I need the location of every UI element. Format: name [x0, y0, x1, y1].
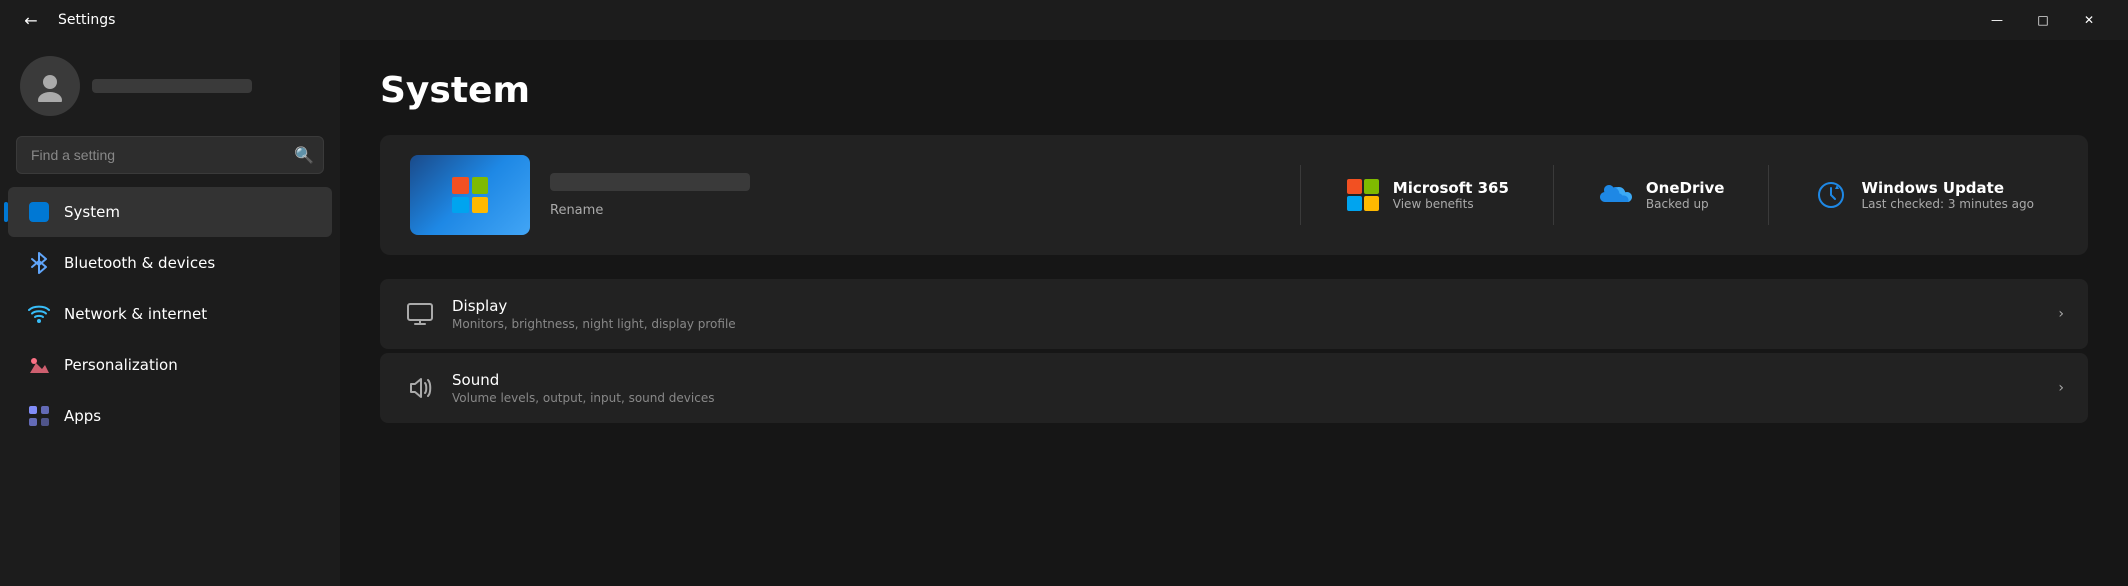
service-card-onedrive[interactable]: OneDrive Backed up — [1574, 177, 1749, 213]
win-logo-grid — [452, 177, 488, 213]
setting-row-sound[interactable]: Sound Volume levels, output, input, soun… — [380, 353, 2088, 423]
win-logo-yellow — [472, 197, 489, 214]
sidebar-item-label-apps: Apps — [64, 407, 101, 425]
windowsupdate-name: Windows Update — [1861, 179, 2034, 197]
sidebar-item-label-bluetooth: Bluetooth & devices — [64, 254, 215, 272]
content-area: System Rename — [340, 40, 2128, 586]
display-icon — [404, 298, 436, 330]
title-bar: ← Settings — □ ✕ — [0, 0, 2128, 40]
sidebar-item-label-personalization: Personalization — [64, 356, 178, 374]
maximize-button[interactable]: □ — [2020, 4, 2066, 36]
separator-1 — [1300, 165, 1301, 225]
setting-row-display[interactable]: Display Monitors, brightness, night ligh… — [380, 279, 2088, 349]
sidebar-item-personalization[interactable]: Personalization — [8, 340, 332, 390]
personalization-icon — [28, 354, 50, 376]
separator-2 — [1553, 165, 1554, 225]
system-icon — [28, 201, 50, 223]
service-card-windowsupdate[interactable]: Windows Update Last checked: 3 minutes a… — [1789, 177, 2058, 213]
onedrive-sub: Backed up — [1646, 197, 1725, 211]
win-logo-green — [472, 177, 489, 194]
sound-icon — [404, 372, 436, 404]
bluetooth-icon — [28, 252, 50, 274]
m365-name: Microsoft 365 — [1393, 179, 1509, 197]
sidebar-item-system[interactable]: System — [8, 187, 332, 237]
pc-icon — [410, 155, 530, 235]
nav-items: System Bluetooth & devices — [0, 186, 340, 586]
windows-logo — [430, 165, 510, 225]
info-cards: Rename Microsoft 365 View benefits — [380, 135, 2088, 255]
sound-text: Sound Volume levels, output, input, soun… — [452, 371, 2042, 405]
display-text: Display Monitors, brightness, night ligh… — [452, 297, 2042, 331]
sound-name: Sound — [452, 371, 2042, 389]
profile-section[interactable] — [0, 40, 340, 136]
page-title: System — [380, 70, 2088, 111]
windowsupdate-info: Windows Update Last checked: 3 minutes a… — [1861, 179, 2034, 211]
windowsupdate-icon — [1813, 177, 1849, 213]
sound-chevron: › — [2058, 380, 2064, 396]
profile-name — [92, 79, 252, 93]
m365-icon — [1345, 177, 1381, 213]
avatar — [20, 56, 80, 116]
win-logo-red — [452, 177, 469, 194]
search-input[interactable] — [16, 136, 324, 174]
window-controls: — □ ✕ — [1974, 4, 2112, 36]
pc-name — [550, 173, 750, 191]
title-bar-left: ← Settings — [16, 5, 115, 35]
sidebar-item-label-network: Network & internet — [64, 305, 207, 323]
display-name: Display — [452, 297, 2042, 315]
rename-button[interactable]: Rename — [550, 203, 603, 218]
pc-info: Rename — [550, 173, 1280, 218]
sidebar-item-label-system: System — [64, 203, 120, 221]
sidebar: 🔍 System Bluetooth & devices — [0, 40, 340, 586]
minimize-button[interactable]: — — [1974, 4, 2020, 36]
back-button[interactable]: ← — [16, 5, 46, 35]
win-logo-blue — [452, 197, 469, 214]
app-title: Settings — [58, 12, 115, 28]
windowsupdate-sub: Last checked: 3 minutes ago — [1861, 197, 2034, 211]
sidebar-item-bluetooth[interactable]: Bluetooth & devices — [8, 238, 332, 288]
onedrive-name: OneDrive — [1646, 179, 1725, 197]
separator-3 — [1768, 165, 1769, 225]
sound-desc: Volume levels, output, input, sound devi… — [452, 391, 2042, 405]
search-box: 🔍 — [16, 136, 324, 174]
close-button[interactable]: ✕ — [2066, 4, 2112, 36]
sidebar-item-network[interactable]: Network & internet — [8, 289, 332, 339]
apps-icon — [28, 405, 50, 427]
onedrive-info: OneDrive Backed up — [1646, 179, 1725, 211]
onedrive-icon — [1598, 177, 1634, 213]
m365-sub: View benefits — [1393, 197, 1509, 211]
m365-info: Microsoft 365 View benefits — [1393, 179, 1509, 211]
network-icon — [28, 303, 50, 325]
sidebar-item-apps[interactable]: Apps — [8, 391, 332, 441]
service-card-m365[interactable]: Microsoft 365 View benefits — [1321, 177, 1533, 213]
back-icon: ← — [24, 11, 37, 30]
display-chevron: › — [2058, 306, 2064, 322]
display-desc: Monitors, brightness, night light, displ… — [452, 317, 2042, 331]
search-icon: 🔍 — [294, 146, 314, 165]
main-layout: 🔍 System Bluetooth & devices — [0, 40, 2128, 586]
settings-list: Display Monitors, brightness, night ligh… — [380, 279, 2088, 423]
